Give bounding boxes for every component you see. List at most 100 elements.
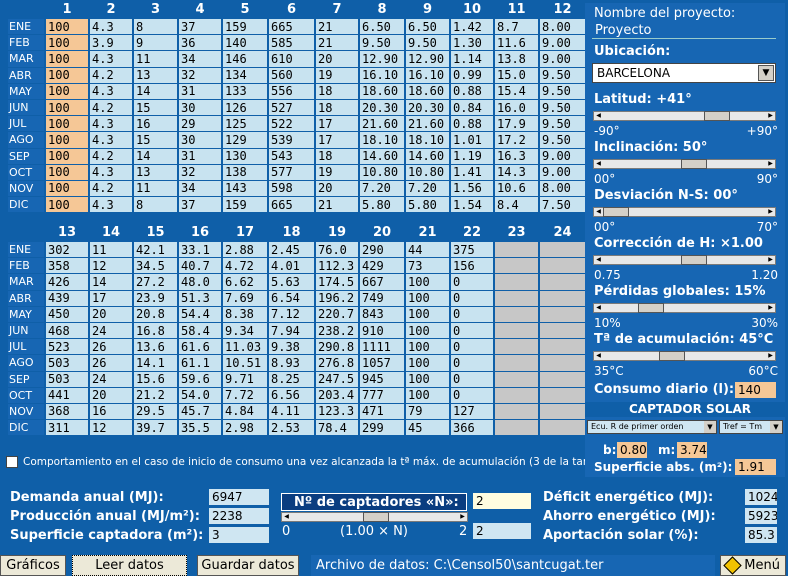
table-cell[interactable]: 16.8 [134,322,177,339]
sup-input[interactable]: 1.91 [735,459,776,475]
table-cell[interactable]: 9.50 [540,67,585,83]
table-cell[interactable]: 577 [269,164,314,180]
table-cell[interactable]: 4.11 [269,403,314,420]
table-cell[interactable]: 13.8 [495,51,538,67]
consumo-input[interactable]: 140 [735,382,776,398]
table-cell[interactable] [540,420,585,436]
table-cell[interactable]: 203.4 [316,387,358,403]
m-input[interactable]: 3.74 [677,442,707,458]
slider-left-arrow-icon[interactable]: ◀ [594,256,603,264]
table-cell[interactable]: 174.5 [316,274,358,290]
table-cell[interactable] [540,322,585,339]
table-cell[interactable] [540,403,585,420]
table-cell[interactable]: 8.00 [540,180,585,197]
table-cell[interactable]: 100 [406,371,449,387]
table-cell[interactable]: 5.80 [360,197,404,213]
table-cell[interactable]: 18 [316,148,358,164]
table-cell[interactable]: 13 [134,164,177,180]
table-cell[interactable]: 100 [46,164,88,180]
slider-thumb[interactable] [680,159,707,169]
table-cell[interactable]: 20.30 [360,99,404,116]
table-cell[interactable]: 1.41 [451,164,493,180]
table-cell[interactable]: 5.63 [269,274,314,290]
graficos-button[interactable]: Gráficos [0,555,66,576]
table-cell[interactable]: 7.94 [269,322,314,339]
table-cell[interactable]: 16 [134,116,177,132]
table-cell[interactable]: 100 [406,306,449,322]
table-cell[interactable] [495,371,538,387]
table-cell[interactable]: 10.80 [406,164,449,180]
table-cell[interactable]: 61.1 [179,355,221,371]
table-cell[interactable]: 32 [179,164,221,180]
table-cell[interactable]: 16 [90,403,132,420]
table-cell[interactable]: 523 [46,339,88,355]
table-cell[interactable]: 100 [406,322,449,339]
table-cell[interactable]: 15 [134,132,177,148]
table-cell[interactable]: 12.90 [360,51,404,67]
table-cell[interactable]: 100 [46,180,88,197]
table-cell[interactable]: 290 [360,242,404,258]
table-cell[interactable]: 368 [46,403,88,420]
table-cell[interactable]: 10.6 [495,180,538,197]
table-cell[interactable]: 375 [451,242,493,258]
table-cell[interactable]: 14.1 [134,355,177,371]
chevron-down-icon[interactable]: ▼ [770,421,782,433]
table-cell[interactable]: 450 [46,306,88,322]
table-cell[interactable]: 36 [179,35,221,51]
table-cell[interactable]: 1.19 [451,148,493,164]
slider-right-arrow-icon[interactable]: ▶ [766,208,775,216]
table-cell[interactable]: 429 [360,258,404,274]
table-cell[interactable]: 4.3 [90,197,132,213]
table-cell[interactable]: 7.50 [540,197,585,213]
table-cell[interactable]: 220.7 [316,306,358,322]
table-cell[interactable]: 1111 [360,339,404,355]
table-cell[interactable]: 130 [223,148,267,164]
table-cell[interactable]: 34 [179,180,221,197]
table-cell[interactable]: 51.3 [179,290,221,306]
table-cell[interactable]: 610 [269,51,314,67]
table-cell[interactable]: 1057 [360,355,404,371]
table-cell[interactable]: 9.34 [223,322,267,339]
table-cell[interactable]: 100 [406,355,449,371]
table-cell[interactable]: 358 [46,258,88,274]
table-cell[interactable] [495,355,538,371]
table-cell[interactable]: 100 [46,197,88,213]
table-cell[interactable]: 20.8 [134,306,177,322]
table-cell[interactable]: 749 [360,290,404,306]
table-cell[interactable]: 503 [46,371,88,387]
table-cell[interactable]: 11.03 [223,339,267,355]
table-cell[interactable]: 560 [269,67,314,83]
table-cell[interactable]: 9 [134,35,177,51]
table-cell[interactable]: 1.01 [451,132,493,148]
table-cell[interactable] [495,403,538,420]
project-input[interactable]: Proyecto [592,23,776,39]
table-cell[interactable]: 4.72 [223,258,267,274]
slider-left-arrow-icon[interactable]: ◀ [594,352,603,360]
table-cell[interactable]: 12.90 [406,51,449,67]
table-cell[interactable] [540,306,585,322]
table-cell[interactable]: 14 [90,274,132,290]
table-cell[interactable]: 302 [46,242,88,258]
table-cell[interactable]: 468 [46,322,88,339]
table-cell[interactable]: 18.60 [406,83,449,99]
slider-thumb[interactable] [362,512,389,522]
table-cell[interactable]: 7.20 [406,180,449,197]
table-cell[interactable]: 79 [406,403,449,420]
table-cell[interactable]: 127 [451,403,493,420]
table-cell[interactable]: 9.00 [540,164,585,180]
table-cell[interactable]: 54.4 [179,306,221,322]
table-cell[interactable]: 20 [90,387,132,403]
table-cell[interactable] [495,290,538,306]
table-cell[interactable]: 34 [179,51,221,67]
table-cell[interactable] [540,339,585,355]
table-cell[interactable]: 26 [90,355,132,371]
table-cell[interactable]: 7.69 [223,290,267,306]
table-cell[interactable]: 598 [269,180,314,197]
table-cell[interactable]: 196.2 [316,290,358,306]
table-cell[interactable]: 24 [90,371,132,387]
table-cell[interactable]: 9.50 [540,116,585,132]
table-cell[interactable]: 0 [451,387,493,403]
table-cell[interactable]: 5.80 [406,197,449,213]
table-cell[interactable]: 32 [179,67,221,83]
table-cell[interactable]: 9.50 [406,35,449,51]
